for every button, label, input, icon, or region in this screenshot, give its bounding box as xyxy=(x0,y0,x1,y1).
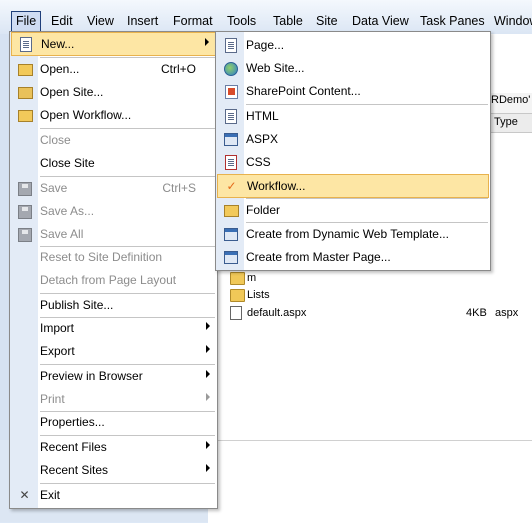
submenu-arrow-icon xyxy=(206,370,210,378)
save-icon xyxy=(17,181,32,196)
submenu-arrow-icon xyxy=(206,441,210,449)
file-menu-reset-to-site-definition[interactable]: Reset to Site Definition xyxy=(11,246,216,268)
file-menu-recent-sites[interactable]: Recent Sites xyxy=(11,459,216,481)
file-menu-publish-site[interactable]: Publish Site... xyxy=(11,294,216,316)
new-sharepoint-content-item[interactable]: SharePoint Content... xyxy=(217,80,489,102)
panel-title: RDemo' xyxy=(491,94,531,106)
new-from-master-page-item[interactable]: Create from Master Page... xyxy=(217,246,489,268)
sharepoint-icon xyxy=(223,84,238,99)
html-icon xyxy=(223,109,238,124)
menu-format[interactable]: Format xyxy=(170,13,216,29)
folder-icon xyxy=(230,272,245,285)
submenu-arrow-icon xyxy=(206,322,210,330)
new-workflow-item[interactable]: ✓ Workflow... xyxy=(217,174,489,198)
file-menu-open-site[interactable]: Open Site... xyxy=(11,81,216,103)
save-all-icon xyxy=(17,227,32,242)
new-aspx-item[interactable]: ASPX xyxy=(217,128,489,150)
menu-insert[interactable]: Insert xyxy=(124,13,161,29)
file-menu-recent-files[interactable]: Recent Files xyxy=(11,436,216,458)
file-menu-close[interactable]: Close xyxy=(11,129,216,151)
column-header-type[interactable]: Type xyxy=(489,113,532,133)
new-web-site-item[interactable]: Web Site... xyxy=(217,57,489,79)
new-page-item[interactable]: Page... xyxy=(217,34,489,56)
open-site-icon xyxy=(17,85,33,99)
menu-data-view[interactable]: Data View xyxy=(349,13,412,29)
dwt-icon xyxy=(223,227,238,241)
folder-icon xyxy=(230,289,245,302)
file-menu-export[interactable]: Export xyxy=(11,340,216,362)
submenu-arrow-icon xyxy=(205,38,209,46)
aspx-file-icon xyxy=(230,306,242,320)
css-icon xyxy=(223,155,238,170)
web-site-icon xyxy=(223,61,238,76)
new-page-icon xyxy=(18,37,33,52)
master-page-icon xyxy=(223,250,238,264)
file-menu-properties[interactable]: Properties... xyxy=(11,411,216,433)
save-as-icon xyxy=(17,204,32,219)
file-menu-close-site[interactable]: Close Site xyxy=(11,152,216,174)
page-icon xyxy=(223,38,238,53)
file-menu-new[interactable]: New... xyxy=(11,32,216,56)
list-item[interactable]: default.aspx 4KB aspx xyxy=(226,305,532,321)
folder-list-panel: RDemo' Type xyxy=(488,93,532,133)
menu-edit[interactable]: Edit xyxy=(48,13,76,29)
submenu-arrow-icon xyxy=(206,393,210,401)
submenu-arrow-icon xyxy=(206,345,210,353)
file-menu-save[interactable]: Save Ctrl+S xyxy=(11,177,216,199)
menu-bar: File Edit View Insert Format Tools Table… xyxy=(0,0,532,35)
menu-view[interactable]: View xyxy=(84,13,117,29)
menu-site[interactable]: Site xyxy=(313,13,341,29)
new-css-item[interactable]: CSS xyxy=(217,151,489,173)
open-folder-icon xyxy=(17,62,33,76)
open-workflow-icon xyxy=(17,108,33,122)
file-list: m Lists default.aspx 4KB aspx xyxy=(226,270,532,330)
file-menu-detach-from-page-layout[interactable]: Detach from Page Layout xyxy=(11,269,216,291)
submenu-arrow-icon xyxy=(206,464,210,472)
menu-window[interactable]: Window xyxy=(491,13,532,29)
file-menu-exit[interactable]: ✕ Exit xyxy=(11,484,216,506)
menu-tools[interactable]: Tools xyxy=(224,13,259,29)
folder-icon xyxy=(223,203,239,217)
file-menu-preview-in-browser[interactable]: Preview in Browser xyxy=(11,365,216,387)
file-menu-print[interactable]: Print xyxy=(11,388,216,410)
menu-task-panes[interactable]: Task Panes xyxy=(417,13,488,29)
new-from-dynamic-web-template-item[interactable]: Create from Dynamic Web Template... xyxy=(217,223,489,245)
list-item[interactable]: m xyxy=(226,270,532,286)
menu-table[interactable]: Table xyxy=(270,13,306,29)
exit-icon: ✕ xyxy=(19,488,30,502)
list-item[interactable]: Lists xyxy=(226,287,532,303)
workflow-icon: ✓ xyxy=(226,179,237,193)
new-submenu: Page... Web Site... SharePoint Content..… xyxy=(215,31,491,271)
menu-file[interactable]: File xyxy=(11,11,42,32)
file-menu-open-workflow[interactable]: Open Workflow... xyxy=(11,104,216,126)
new-html-item[interactable]: HTML xyxy=(217,105,489,127)
file-menu-open[interactable]: Open... Ctrl+O xyxy=(11,58,216,80)
bottom-area xyxy=(208,440,532,523)
file-menu-save-as[interactable]: Save As... xyxy=(11,200,216,222)
file-menu-save-all[interactable]: Save All xyxy=(11,223,216,245)
file-menu-import[interactable]: Import xyxy=(11,317,216,339)
file-menu: New... Open... Ctrl+O Open Site... Open … xyxy=(9,31,218,509)
new-folder-item[interactable]: Folder xyxy=(217,199,489,221)
aspx-icon xyxy=(223,132,238,146)
